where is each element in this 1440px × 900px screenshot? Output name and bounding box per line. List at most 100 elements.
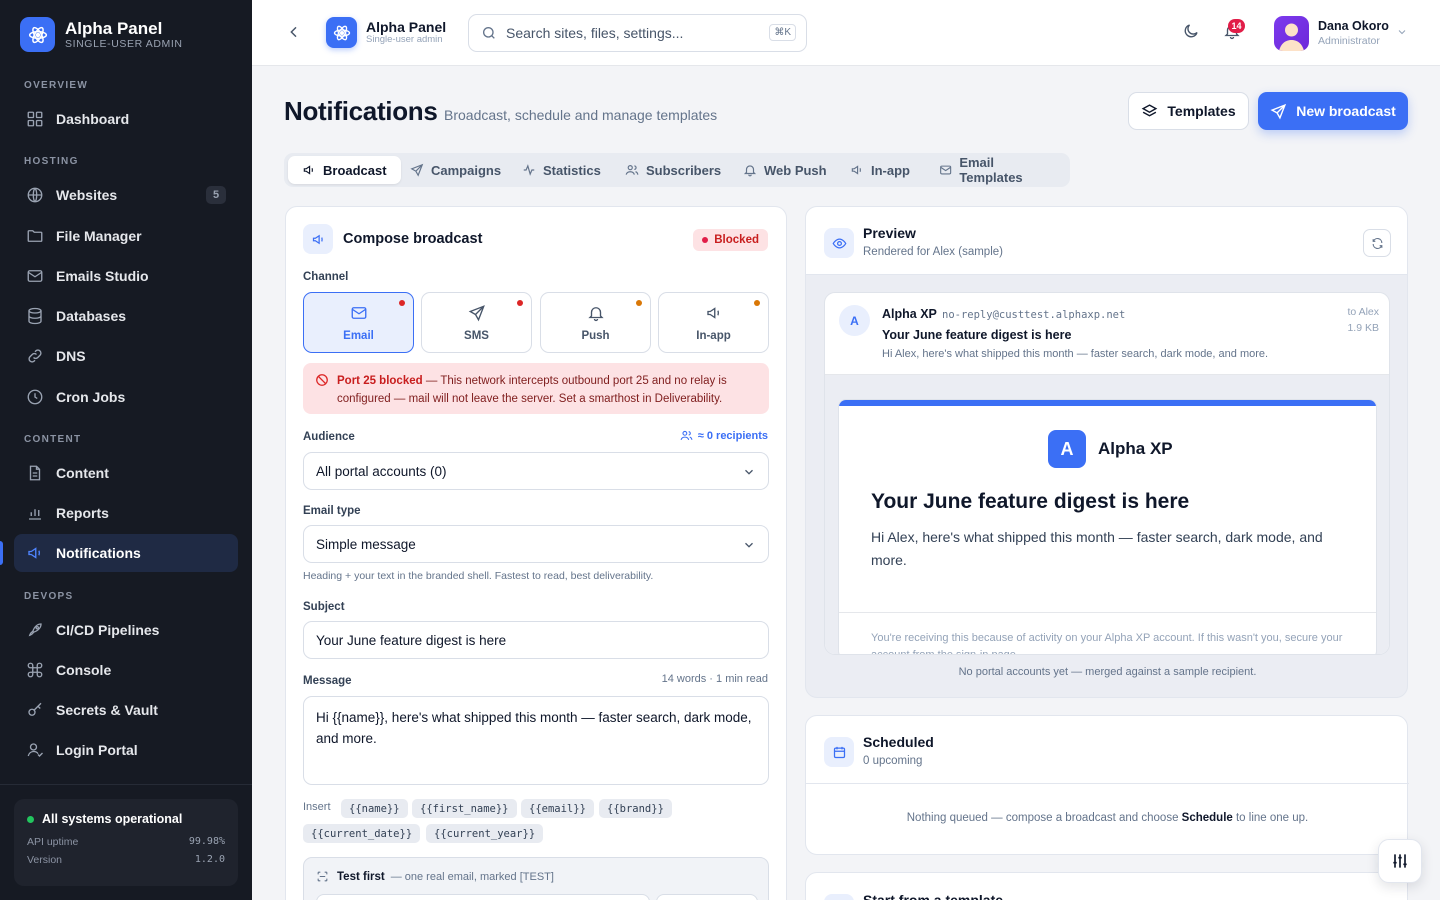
shell-heading: Your June feature digest is here xyxy=(871,490,1190,513)
api-uptime-label: API uptime xyxy=(27,836,79,848)
email-type-label: Email type xyxy=(303,505,361,517)
preview-card: Preview Rendered for Alex (sample) A Alp… xyxy=(805,206,1408,698)
app-title: Alpha Panel xyxy=(366,19,447,35)
scheduled-empty-state: Nothing queued — compose a broadcast and… xyxy=(806,812,1409,824)
message-textarea[interactable]: Hi {{name}}, here's what shipped this mo… xyxy=(303,696,769,785)
status-dot xyxy=(27,815,34,823)
tab-broadcast[interactable]: Broadcast xyxy=(288,156,401,184)
back-button[interactable] xyxy=(286,24,302,40)
sidebar-item-label: Databases xyxy=(56,308,127,324)
email-header: A Alpha XP no-reply@custtest.alphaxp.net… xyxy=(825,293,1389,375)
avatar[interactable] xyxy=(1274,16,1309,51)
insert-token-chip[interactable]: {{name}} xyxy=(341,799,408,818)
mail-icon xyxy=(26,267,44,285)
sidebar-item-reports[interactable]: Reports xyxy=(14,494,238,532)
sidebar-item-console[interactable]: Console xyxy=(14,651,238,689)
user-name[interactable]: Dana Okoro xyxy=(1318,19,1389,33)
templates-button[interactable]: Templates xyxy=(1128,92,1249,130)
system-status-card: All systems operational API uptime 99.98%… xyxy=(14,799,238,886)
new-broadcast-button[interactable]: New broadcast xyxy=(1258,92,1408,130)
tab-campaigns[interactable]: Campaigns xyxy=(396,156,515,184)
subject-value: Your June feature digest is here xyxy=(316,632,507,648)
theme-toggle-button[interactable] xyxy=(1182,22,1200,40)
page-title: Notifications xyxy=(284,96,438,126)
channel-status-dot xyxy=(517,300,523,306)
sidebar-item-label: Notifications xyxy=(56,545,141,561)
send-test-button[interactable] xyxy=(656,894,758,900)
sidebar-item-file-manager[interactable]: File Manager xyxy=(14,217,238,255)
shell-divider xyxy=(839,612,1376,613)
audience-select[interactable]: All portal accounts (0) xyxy=(303,452,769,490)
channel-sms[interactable]: SMS xyxy=(421,292,532,353)
scheduled-card: Scheduled 0 upcoming Nothing queued — co… xyxy=(805,715,1409,855)
refresh-icon xyxy=(1372,237,1382,249)
channel-push[interactable]: Push xyxy=(540,292,651,353)
tab-email-templates[interactable]: Email Templates xyxy=(925,155,1070,185)
insert-token-chip[interactable]: {{brand}} xyxy=(599,799,672,818)
email-body: A Alpha XP Your June feature digest is h… xyxy=(825,375,1389,654)
channel-label: Push xyxy=(581,329,610,342)
sidebar-item-websites[interactable]: Websites 5 xyxy=(14,176,238,214)
sidebar: Alpha Panel SINGLE-USER ADMIN OVERVIEW D… xyxy=(0,0,252,900)
users-icon xyxy=(625,165,639,175)
settings-sliders-button[interactable] xyxy=(1378,839,1422,883)
system-status-label: All systems operational xyxy=(42,812,183,826)
subject-label: Subject xyxy=(303,601,345,613)
channel-label: Email xyxy=(343,329,374,342)
sidebar-item-cron-jobs[interactable]: Cron Jobs xyxy=(14,378,238,416)
moon-icon xyxy=(1184,24,1198,38)
tab-subscribers[interactable]: Subscribers xyxy=(611,156,735,184)
subject-input[interactable]: Your June feature digest is here xyxy=(303,621,769,659)
refresh-preview-button[interactable] xyxy=(1363,229,1391,257)
sidebar-item-label: File Manager xyxy=(56,228,142,244)
megaphone-icon xyxy=(706,306,719,319)
sender-name: Alpha XP xyxy=(882,307,937,321)
channel-in-app[interactable]: In-app xyxy=(658,292,769,353)
insert-token-chip[interactable]: {{current_year}} xyxy=(426,824,544,843)
audience-label: Audience xyxy=(303,431,355,443)
channel-email[interactable]: Email xyxy=(303,292,414,353)
sidebar-item-label: Cron Jobs xyxy=(56,389,126,405)
nav-section-content: CONTENT xyxy=(24,434,82,445)
insert-token-chip[interactable]: {{email}} xyxy=(521,799,594,818)
tab-in-app[interactable]: In-app xyxy=(836,156,924,184)
brand[interactable]: Alpha Panel SINGLE-USER ADMIN xyxy=(20,17,183,52)
templates-button-label: Templates xyxy=(1167,103,1236,119)
user-menu-chevron-down-icon[interactable] xyxy=(1396,26,1408,38)
sidebar-item-cicd[interactable]: CI/CD Pipelines xyxy=(14,611,238,649)
nav-section-devops: DEVOPS xyxy=(24,591,74,602)
insert-label: Insert xyxy=(303,801,331,813)
recipients-count[interactable]: ≈ 0 recipients xyxy=(680,429,768,442)
preview-title: Preview xyxy=(863,225,916,241)
bell-icon xyxy=(587,306,604,321)
link-icon xyxy=(26,347,44,365)
tab-web-push[interactable]: Web Push xyxy=(729,156,841,184)
insert-token-chip[interactable]: {{first_name}} xyxy=(412,799,517,818)
version-value: 1.2.0 xyxy=(194,854,225,865)
test-email-input[interactable] xyxy=(316,894,650,900)
new-broadcast-button-label: New broadcast xyxy=(1296,103,1396,119)
sidebar-item-label: CI/CD Pipelines xyxy=(56,622,160,638)
megaphone-icon xyxy=(851,165,861,175)
sidebar-item-secrets-vault[interactable]: Secrets & Vault xyxy=(14,691,238,729)
sidebar-item-label: Console xyxy=(56,662,112,678)
empty-text-post: to line one up. xyxy=(1232,812,1309,824)
tab-label: Web Push xyxy=(764,162,827,178)
sidebar-item-dashboard[interactable]: Dashboard xyxy=(14,100,238,138)
sidebar-item-login-portal[interactable]: Login Portal xyxy=(14,731,238,769)
email-type-select[interactable]: Simple message xyxy=(303,525,769,563)
atom-logo-icon xyxy=(20,17,55,52)
sidebar-item-emails-studio[interactable]: Emails Studio xyxy=(14,257,238,295)
sidebar-item-notifications[interactable]: Notifications xyxy=(14,534,238,572)
sidebar-item-databases[interactable]: Databases xyxy=(14,297,238,335)
search-input[interactable]: Search sites, files, settings... ⌘K xyxy=(468,14,807,52)
user-check-icon xyxy=(26,741,44,759)
sidebar-item-content[interactable]: Content xyxy=(14,454,238,492)
megaphone-icon xyxy=(303,165,313,175)
app-subtitle: Single-user admin xyxy=(366,34,443,45)
test-subtitle: — one real email, marked [TEST] xyxy=(390,870,554,883)
tab-statistics[interactable]: Statistics xyxy=(508,156,615,184)
sidebar-item-dns[interactable]: DNS xyxy=(14,337,238,375)
insert-token-chip[interactable]: {{current_date}} xyxy=(303,824,421,843)
email-size: 1.9 KB xyxy=(1347,322,1379,334)
